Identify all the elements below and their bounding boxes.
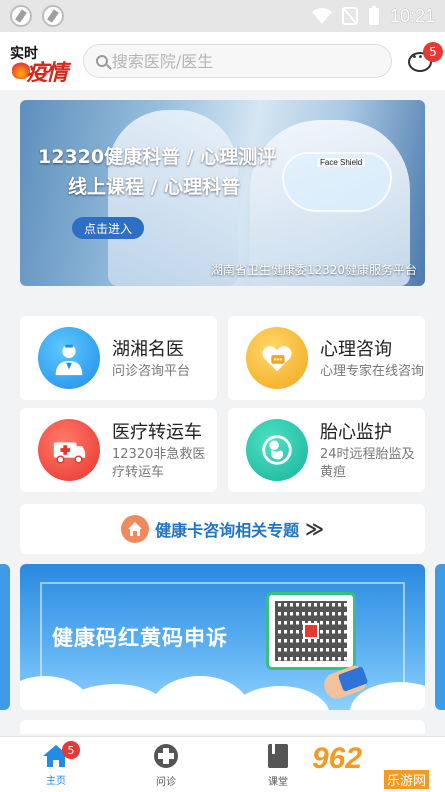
- double-chevron-right-icon: ≫: [305, 518, 324, 540]
- health-code-appeal-banner[interactable]: 健康码红黄码申诉: [20, 564, 425, 710]
- heart-chat-icon: [246, 327, 308, 389]
- logo-text-bottom: 疫情: [26, 60, 68, 86]
- qr-code-icon: [266, 592, 356, 670]
- message-count-badge: 5: [423, 42, 443, 62]
- medical-cross-icon: [154, 743, 178, 768]
- carousel-next-peek[interactable]: [435, 564, 445, 710]
- realtime-epidemic-logo[interactable]: 实时 疫情: [10, 39, 71, 86]
- home-icon: [121, 515, 150, 543]
- promo-banner[interactable]: Face Shield 12320健康科普 / 心理测评 线上课程 / 心理科普…: [20, 100, 425, 286]
- service-title: 湖湘名医: [112, 339, 184, 360]
- service-title: 胎心监护: [320, 422, 392, 443]
- banner-footer: 湖南省卫生健康委12320健康服务平台: [210, 263, 417, 277]
- search-input[interactable]: [111, 51, 372, 71]
- clock: 10:21: [389, 5, 435, 26]
- tab-label: 主页: [46, 775, 66, 787]
- service-subtitle: 24时远程胎监及黄疸: [320, 447, 415, 480]
- banner-title-line2: 线上课程 / 心理科普: [68, 176, 241, 198]
- no-sim-icon: [341, 7, 358, 25]
- site-watermark: 962 乐游网: [312, 740, 442, 790]
- appeal-title: 健康码红黄码申诉: [52, 626, 228, 650]
- service-subtitle: 问诊咨询平台: [112, 364, 191, 379]
- service-subtitle: 心理专家在线咨询: [320, 364, 425, 379]
- topic-label: 健康卡咨询相关专题: [155, 521, 300, 540]
- face-shield-label: Face Shield: [317, 158, 366, 167]
- tab-label: 问诊: [156, 776, 176, 788]
- search-bar[interactable]: [82, 44, 392, 78]
- tab-consult[interactable]: 问诊: [126, 737, 206, 792]
- fetus-icon: [246, 419, 308, 481]
- doctor-icon: [38, 327, 100, 389]
- carousel-prev-peek[interactable]: [0, 564, 10, 710]
- service-card-medical-transport[interactable]: 医疗转运车 12320非急救医疗转运车: [20, 408, 217, 492]
- app-notification-icon: [42, 5, 64, 27]
- service-card-psych-consult[interactable]: 心理咨询 心理专家在线咨询: [228, 316, 425, 400]
- service-title: 医疗转运车: [112, 422, 202, 443]
- tab-label: 课堂: [268, 776, 288, 788]
- tab-home[interactable]: 5 主页: [16, 737, 96, 792]
- service-title: 心理咨询: [320, 339, 392, 360]
- wifi-icon: [311, 8, 332, 24]
- watermark-number: 962: [312, 742, 363, 775]
- service-subtitle: 12320非急救医疗转运车: [112, 447, 206, 480]
- ambulance-icon: [38, 419, 100, 481]
- book-icon: [268, 743, 288, 768]
- banner-title-line1: 12320健康科普 / 心理测评: [38, 146, 277, 168]
- app-header: 实时 疫情 5: [0, 32, 445, 90]
- service-card-fetal-monitor[interactable]: 胎心监护 24时远程胎监及黄疸: [228, 408, 425, 492]
- battery-icon: [368, 6, 379, 25]
- health-card-topic-link[interactable]: 健康卡咨询相关专题 ≫: [20, 504, 425, 554]
- status-bar: 10:21: [0, 0, 445, 32]
- next-section-peek: [20, 720, 425, 734]
- app-notification-icon: [10, 5, 32, 27]
- search-icon: [95, 55, 108, 67]
- messages-button[interactable]: 5: [406, 42, 443, 76]
- service-card-famous-doctors[interactable]: 湖湘名医 问诊咨询平台: [20, 316, 217, 400]
- tab-classroom[interactable]: 课堂: [238, 737, 318, 792]
- banner-enter-button[interactable]: 点击进入: [72, 217, 145, 239]
- home-badge: 5: [62, 741, 80, 759]
- watermark-text: 乐游网: [384, 770, 430, 789]
